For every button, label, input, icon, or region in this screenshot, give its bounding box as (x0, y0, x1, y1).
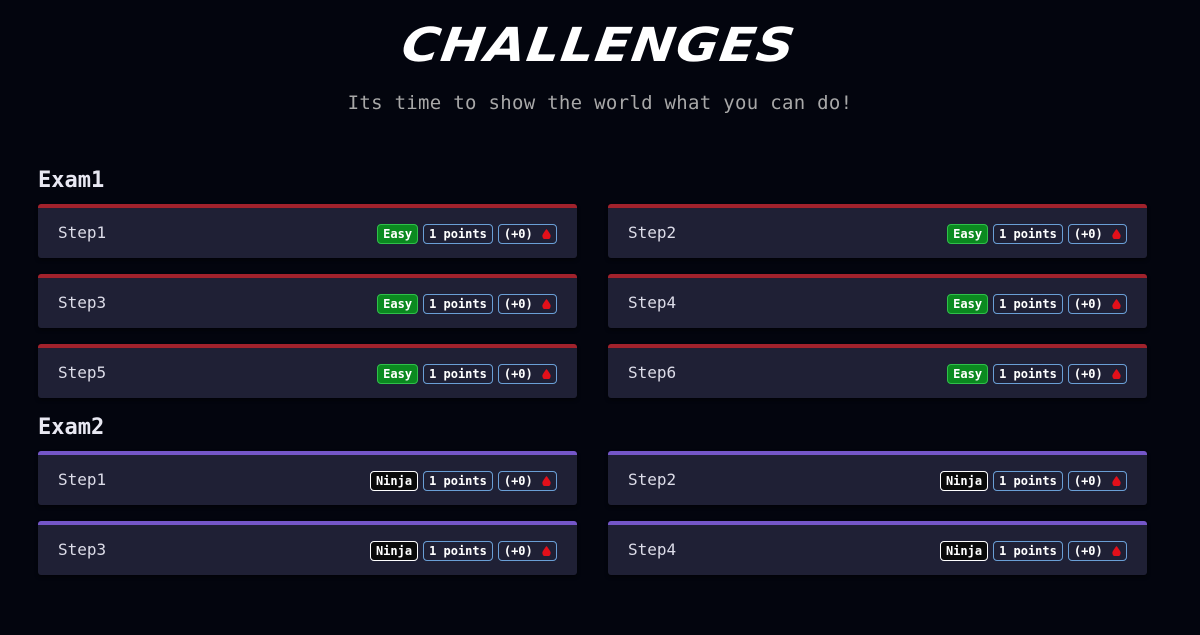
difficulty-badge: Easy (377, 223, 419, 244)
challenge-badges: Ninja 1 points (+0) (939, 540, 1127, 561)
section-title: Exam1 (38, 168, 105, 193)
bonus-badge: (+0) (497, 363, 557, 384)
bonus-value: (+0) (503, 543, 533, 558)
challenge-badges: Easy 1 points (+0) (377, 363, 557, 384)
difficulty-badge: Ninja (939, 540, 989, 561)
bonus-badge: (+0) (497, 470, 557, 491)
challenge-badges: Easy 1 points (+0) (947, 363, 1127, 384)
difficulty-badge: Easy (947, 363, 989, 384)
blood-drop-icon (542, 545, 551, 556)
bonus-badge: (+0) (1067, 470, 1127, 491)
challenge-card[interactable]: Step2 Ninja 1 points (+0) (608, 451, 1147, 505)
blood-drop-icon (1112, 545, 1121, 556)
challenge-badges: Easy 1 points (+0) (377, 293, 557, 314)
bonus-value: (+0) (1073, 543, 1103, 558)
points-badge: 1 points (423, 363, 493, 384)
challenge-card[interactable]: Step6 Easy 1 points (+0) (608, 344, 1147, 398)
challenge-card[interactable]: Step4 Easy 1 points (+0) (608, 274, 1147, 328)
bonus-badge: (+0) (497, 293, 557, 314)
challenge-badges: Ninja 1 points (+0) (369, 540, 557, 561)
difficulty-badge: Easy (947, 223, 989, 244)
challenge-name: Step4 (628, 292, 677, 312)
challenge-grid: Step1 Ninja 1 points (+0) Step2 Ninja 1 … (38, 451, 1148, 575)
section-exam1: Exam1 Step1 Easy 1 points (+0) Step2 Eas… (38, 168, 1148, 398)
points-badge: 1 points (423, 293, 493, 314)
points-badge: 1 points (423, 540, 493, 561)
challenge-name: Step3 (58, 539, 107, 559)
challenge-name: Step5 (58, 362, 107, 382)
bonus-badge: (+0) (1067, 223, 1127, 244)
blood-drop-icon (542, 228, 551, 239)
challenge-badges: Easy 1 points (+0) (947, 223, 1127, 244)
points-badge: 1 points (993, 293, 1063, 314)
challenge-name: Step6 (628, 362, 677, 382)
bonus-badge: (+0) (497, 540, 557, 561)
challenge-card[interactable]: Step3 Ninja 1 points (+0) (38, 521, 577, 575)
bonus-value: (+0) (503, 296, 533, 311)
challenge-name: Step1 (58, 222, 107, 242)
difficulty-badge: Easy (377, 363, 419, 384)
challenge-badges: Easy 1 points (+0) (947, 293, 1127, 314)
difficulty-badge: Easy (947, 293, 989, 314)
difficulty-badge: Easy (377, 293, 419, 314)
challenge-card[interactable]: Step1 Easy 1 points (+0) (38, 204, 577, 258)
points-badge: 1 points (993, 540, 1063, 561)
points-badge: 1 points (423, 470, 493, 491)
bonus-value: (+0) (503, 226, 533, 241)
bonus-value: (+0) (1073, 296, 1103, 311)
blood-drop-icon (542, 475, 551, 486)
page-header: CHALLENGES Its time to show the world wh… (0, 0, 1200, 114)
challenge-name: Step4 (628, 539, 677, 559)
section-exam2: Exam2 Step1 Ninja 1 points (+0) Step2 Ni… (38, 415, 1148, 575)
bonus-badge: (+0) (1067, 293, 1127, 314)
bonus-value: (+0) (503, 366, 533, 381)
blood-drop-icon (1112, 298, 1121, 309)
challenge-card[interactable]: Step1 Ninja 1 points (+0) (38, 451, 577, 505)
challenge-card[interactable]: Step4 Ninja 1 points (+0) (608, 521, 1147, 575)
blood-drop-icon (1112, 228, 1121, 239)
bonus-value: (+0) (1073, 226, 1103, 241)
challenge-card[interactable]: Step5 Easy 1 points (+0) (38, 344, 577, 398)
blood-drop-icon (542, 298, 551, 309)
bonus-value: (+0) (1073, 366, 1103, 381)
challenge-badges: Ninja 1 points (+0) (939, 470, 1127, 491)
bonus-badge: (+0) (1067, 363, 1127, 384)
bonus-badge: (+0) (497, 223, 557, 244)
bonus-badge: (+0) (1067, 540, 1127, 561)
difficulty-badge: Ninja (939, 470, 989, 491)
points-badge: 1 points (993, 223, 1063, 244)
bonus-value: (+0) (503, 473, 533, 488)
challenge-card[interactable]: Step3 Easy 1 points (+0) (38, 274, 577, 328)
challenge-name: Step2 (628, 222, 677, 242)
difficulty-badge: Ninja (369, 540, 419, 561)
points-badge: 1 points (993, 363, 1063, 384)
blood-drop-icon (542, 368, 551, 379)
challenge-badges: Easy 1 points (+0) (377, 223, 557, 244)
points-badge: 1 points (423, 223, 493, 244)
difficulty-badge: Ninja (369, 470, 419, 491)
bonus-value: (+0) (1073, 473, 1103, 488)
blood-drop-icon (1112, 368, 1121, 379)
challenge-name: Step2 (628, 469, 677, 489)
challenge-grid: Step1 Easy 1 points (+0) Step2 Easy 1 po… (38, 204, 1148, 398)
blood-drop-icon (1112, 475, 1121, 486)
challenge-name: Step1 (58, 469, 107, 489)
challenge-card[interactable]: Step2 Easy 1 points (+0) (608, 204, 1147, 258)
page-subtitle: Its time to show the world what you can … (347, 92, 853, 114)
points-badge: 1 points (993, 470, 1063, 491)
page-title: CHALLENGES (398, 18, 799, 73)
challenge-name: Step3 (58, 292, 107, 312)
section-title: Exam2 (38, 415, 105, 440)
challenge-badges: Ninja 1 points (+0) (369, 470, 557, 491)
